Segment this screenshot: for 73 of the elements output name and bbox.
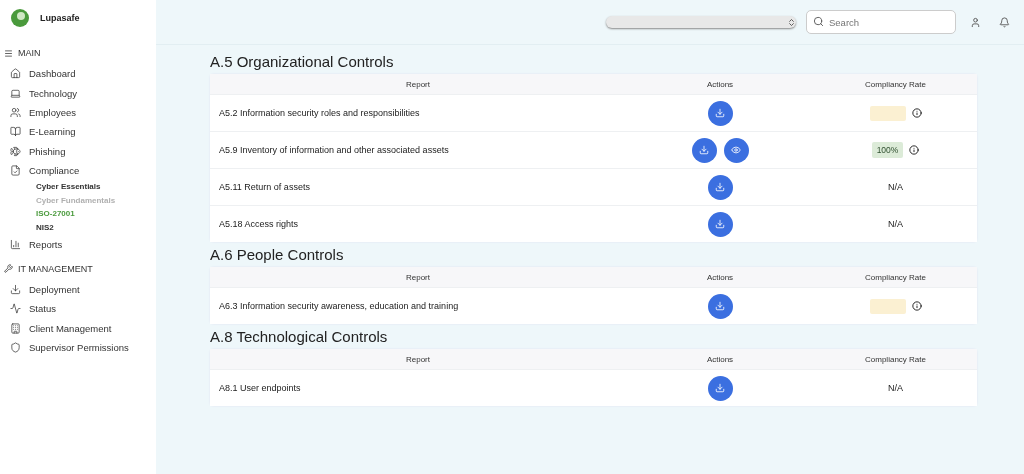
brand-name: Lupasafe <box>40 13 80 23</box>
download-button[interactable] <box>707 211 733 237</box>
download-icon <box>715 182 725 192</box>
report-name: A5.2 Information security roles and responsibilities <box>218 108 421 118</box>
section-heading: A.6 People Controls <box>210 246 345 263</box>
column-header: Actions <box>705 272 735 282</box>
column-header: Report <box>405 354 431 364</box>
report-name: A8.1 User endpoints <box>218 383 302 393</box>
menu-icon <box>4 48 13 58</box>
download-icon <box>715 383 725 393</box>
rate-text: N/A <box>888 182 903 192</box>
sidebar-item[interactable]: Technology <box>10 83 156 103</box>
sidebar-item[interactable]: Deployment <box>10 279 156 300</box>
shield-icon <box>10 342 21 354</box>
download-button[interactable] <box>691 137 717 163</box>
sidebar-item[interactable]: Supervisor Permissions <box>10 337 156 358</box>
download-icon <box>715 301 725 311</box>
column-header: Compliancy Rate <box>864 272 927 282</box>
download-button[interactable] <box>707 375 733 401</box>
view-button[interactable] <box>723 137 749 163</box>
report-name: A6.3 Information security awareness, education and training <box>218 301 460 311</box>
sidebar-item[interactable]: E-Learning <box>10 122 156 142</box>
sidebar-item[interactable]: Client Management <box>10 318 156 338</box>
chart-icon <box>10 238 21 250</box>
section-title: MAIN <box>18 48 41 58</box>
rate-text: N/A <box>888 383 903 393</box>
users-icon <box>10 106 21 118</box>
download-icon <box>699 145 709 155</box>
sidebar-subitem[interactable]: ISO-27001 <box>36 207 156 221</box>
download-icon <box>715 108 725 118</box>
rate-badge: 100% <box>871 142 904 158</box>
book-icon <box>10 126 21 138</box>
report-name: A5.18 Access rights <box>218 219 300 229</box>
up-down-icon <box>787 17 796 27</box>
download-button[interactable] <box>707 100 733 126</box>
search-field[interactable]: Search <box>806 10 956 34</box>
building-icon <box>10 322 21 334</box>
sidebar-subitem[interactable]: Cyber Essentials <box>36 180 156 194</box>
rate-text: N/A <box>888 219 903 229</box>
sidebar-item[interactable]: Status <box>10 299 156 319</box>
info-icon[interactable] <box>911 301 922 311</box>
fish-icon <box>10 145 21 157</box>
pulse-icon <box>10 303 21 315</box>
download-icon <box>715 219 725 229</box>
report-name: A5.11 Return of assets <box>218 182 311 192</box>
sidebar-item[interactable]: Employees <box>10 102 156 123</box>
laptop-icon <box>10 87 21 99</box>
column-header: Actions <box>705 354 735 364</box>
sidebar-item[interactable]: Phishing <box>10 141 156 161</box>
column-header: Compliancy Rate <box>864 354 927 364</box>
download-icon <box>10 283 21 295</box>
download-button[interactable] <box>707 293 733 319</box>
column-header: Actions <box>705 79 735 89</box>
wrench-icon <box>4 264 13 274</box>
search-icon <box>813 16 824 27</box>
info-icon[interactable] <box>911 108 922 118</box>
column-header: Report <box>405 79 431 89</box>
section-title: IT MANAGEMENT <box>18 263 93 274</box>
sidebar-item[interactable]: Compliance <box>10 160 156 181</box>
home-icon <box>10 68 21 80</box>
column-header: Report <box>405 272 431 282</box>
section-heading: A.8 Technological Controls <box>210 328 389 345</box>
info-icon[interactable] <box>909 145 920 155</box>
sidebar-subitem[interactable]: NIS2 <box>36 220 156 235</box>
download-button[interactable] <box>707 174 733 200</box>
section-heading: A.5 Organizational Controls <box>210 53 395 70</box>
eye-icon <box>731 145 741 155</box>
logo-icon <box>10 8 30 28</box>
sidebar-item[interactable]: Dashboard <box>10 64 156 84</box>
document-icon <box>10 165 21 177</box>
sidebar-item[interactable]: Reports <box>10 234 156 254</box>
report-name: A5.9 Inventory of information and other associated assets <box>218 145 450 155</box>
column-header: Compliancy Rate <box>864 79 927 89</box>
